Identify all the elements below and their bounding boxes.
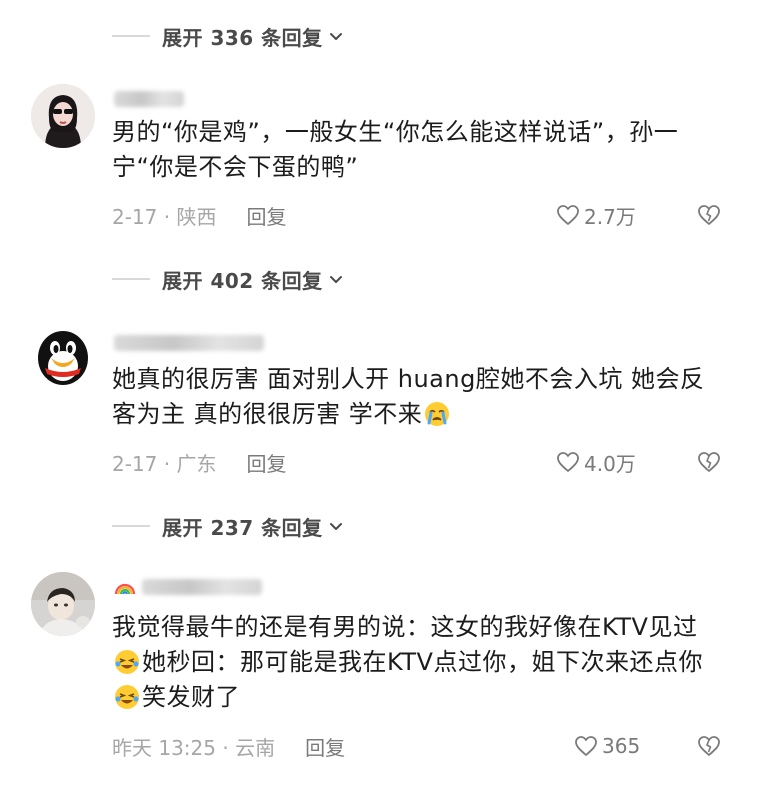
avatar[interactable]: [31, 572, 95, 636]
divider-line: [112, 278, 150, 280]
comment-text: 男的“你是鸡”，一般女生“你怎么能这样说话”，孙一宁“你是不会下蛋的鸭”: [112, 115, 722, 185]
username-redacted: [142, 579, 262, 595]
laughing-crying-emoji-icon: [115, 685, 139, 709]
rainbow-icon: [114, 583, 136, 595]
dislike-button[interactable]: [695, 731, 723, 761]
expand-replies-label[interactable]: 展开 336 条回复: [162, 22, 323, 51]
comment-text-part: 她真的很厉害 面对别人开 huang腔她不会入坑 她会反客为主 真的很很厉害 学…: [112, 365, 705, 428]
heart-icon: [557, 205, 579, 225]
comment-text: 她真的很厉害 面对别人开 huang腔她不会入坑 她会反客为主 真的很很厉害 学…: [112, 362, 722, 432]
username-redacted: [114, 335, 264, 351]
reply-button[interactable]: 回复: [246, 201, 286, 230]
username[interactable]: [114, 332, 264, 354]
avatar-girl-sunglasses-icon: [31, 84, 95, 148]
chevron-down-icon[interactable]: [326, 516, 346, 536]
like-count: 365: [602, 734, 641, 758]
divider-line: [112, 35, 150, 37]
laughing-crying-emoji-icon: [115, 650, 139, 674]
comment-date-location: 昨天 13:25 · 云南: [112, 735, 276, 760]
divider-line: [112, 525, 150, 527]
username[interactable]: [114, 88, 184, 110]
comment-meta: 2-17 · 陕西 回复: [112, 200, 286, 230]
comment-text-part: 她秒回：那可能是我在KTV点过你，姐下次来还点你: [142, 648, 703, 676]
like-button[interactable]: 365: [574, 731, 640, 761]
chevron-down-icon[interactable]: [326, 26, 346, 46]
comment-text-part: 男的“你是鸡”，一般女生“你怎么能这样说话”，孙一宁“你是不会下蛋的鸭”: [112, 118, 679, 181]
heart-icon: [575, 736, 597, 756]
expand-replies-row[interactable]: 展开 402 条回复: [112, 261, 346, 297]
crying-face-emoji-icon: [425, 402, 450, 426]
like-button[interactable]: 4.0万: [556, 447, 636, 477]
avatar-qq-penguin-icon: [31, 324, 95, 388]
expand-replies-row[interactable]: 展开 336 条回复: [112, 18, 346, 54]
avatar[interactable]: [31, 324, 95, 388]
comment-date-location: 2-17 · 广东: [112, 451, 217, 476]
avatar[interactable]: [31, 84, 95, 148]
expand-replies-label[interactable]: 展开 402 条回复: [162, 265, 323, 294]
reply-button[interactable]: 回复: [246, 448, 286, 477]
broken-heart-icon: [698, 205, 720, 225]
dislike-button[interactable]: [695, 447, 723, 477]
chevron-down-icon[interactable]: [326, 269, 346, 289]
broken-heart-icon: [698, 736, 720, 756]
avatar-person-photo-icon: [31, 572, 95, 636]
like-count: 2.7万: [584, 204, 636, 229]
expand-replies-row[interactable]: 展开 237 条回复: [112, 508, 346, 544]
username-redacted: [114, 91, 184, 107]
comment-text-part: 我觉得最牛的还是有男的说：这女的我好像在KTV见过: [112, 613, 698, 641]
reply-button[interactable]: 回复: [305, 732, 345, 761]
dislike-button[interactable]: [695, 200, 723, 230]
like-count: 4.0万: [584, 451, 636, 476]
username[interactable]: [114, 576, 262, 598]
comment-meta: 昨天 13:25 · 云南 回复: [112, 731, 345, 761]
comment-text-part: 笑发财了: [142, 683, 240, 711]
heart-icon: [557, 452, 579, 472]
comment-meta: 2-17 · 广东 回复: [112, 447, 286, 477]
comment-text: 我觉得最牛的还是有男的说：这女的我好像在KTV见过她秒回：那可能是我在KTV点过…: [112, 610, 722, 715]
like-button[interactable]: 2.7万: [556, 200, 636, 230]
comment-date-location: 2-17 · 陕西: [112, 204, 217, 229]
expand-replies-label[interactable]: 展开 237 条回复: [162, 512, 323, 541]
broken-heart-icon: [698, 452, 720, 472]
